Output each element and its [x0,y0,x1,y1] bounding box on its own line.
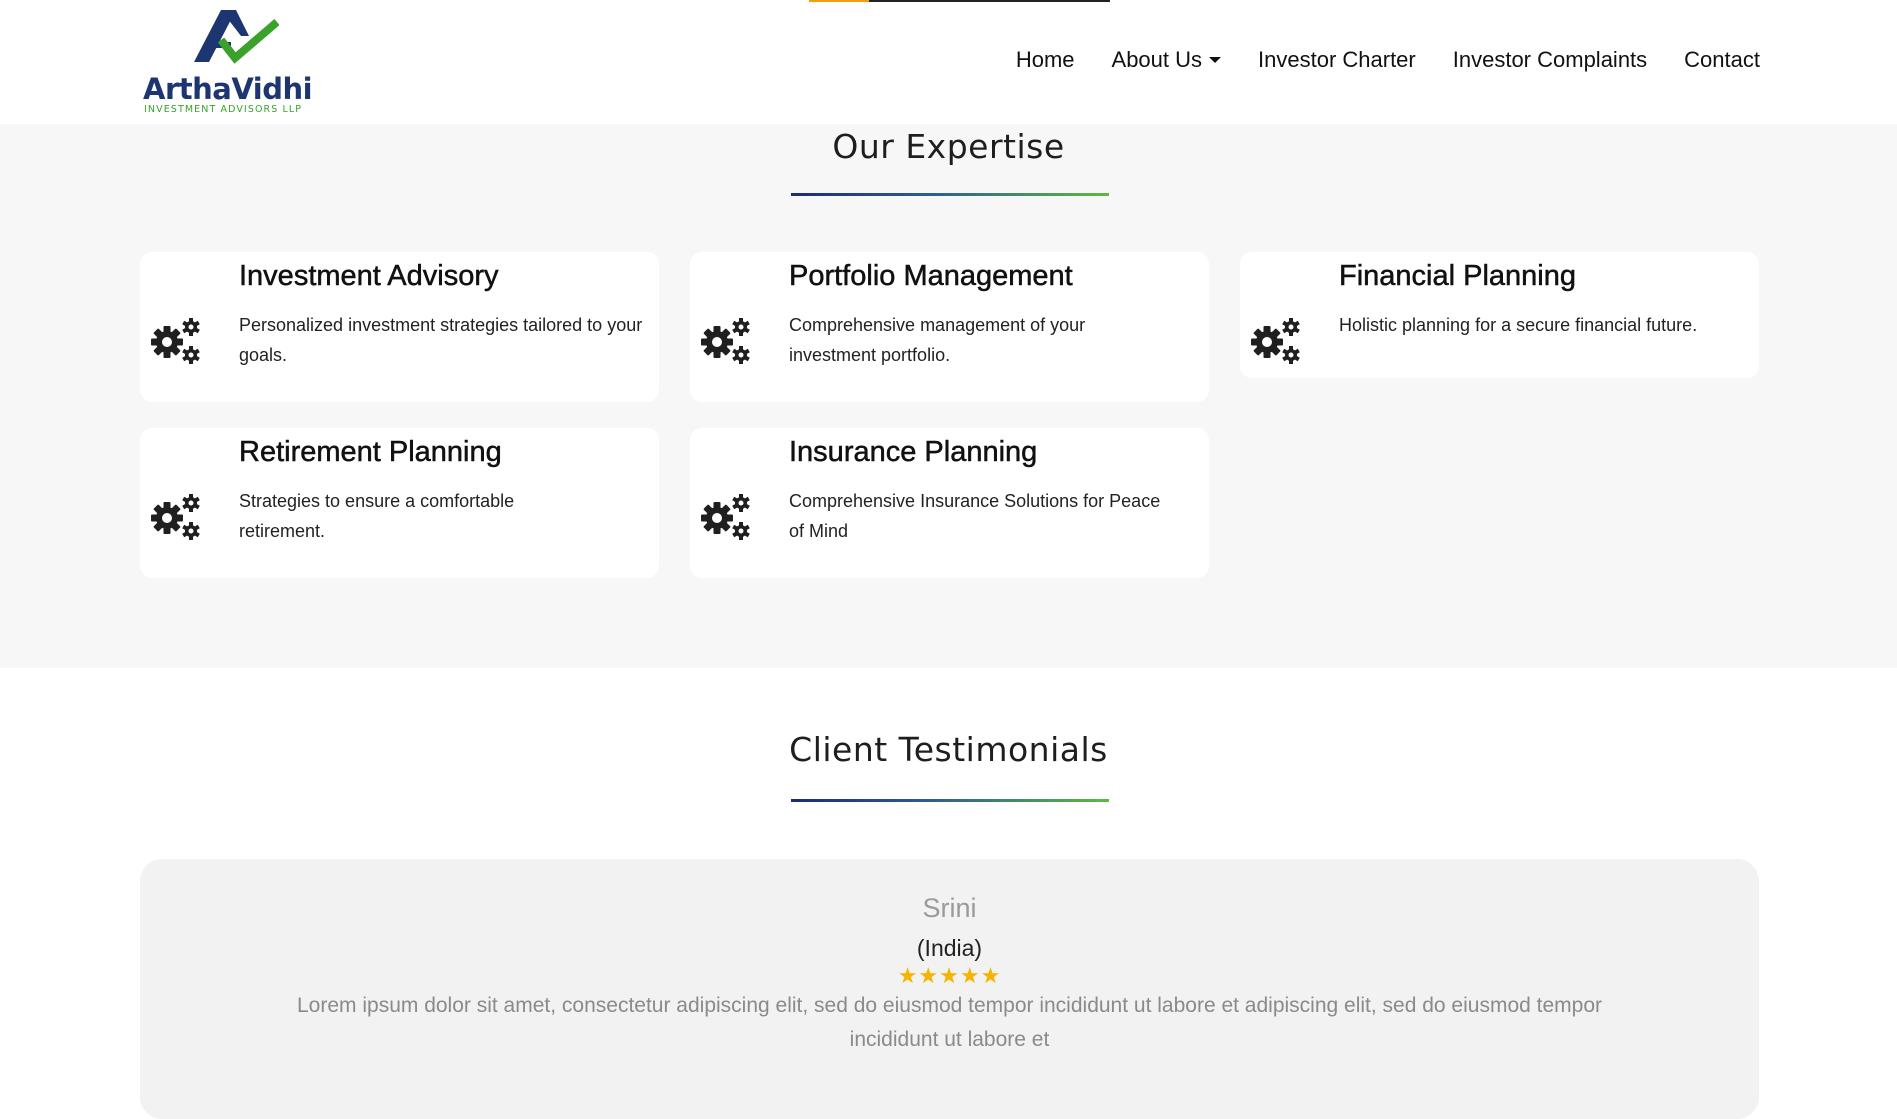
card-description: Holistic planning for a secure financial… [1339,315,1698,335]
brand-name: ArthaVidhi [143,72,313,106]
nav-investor-charter-label: Investor Charter [1258,47,1416,72]
card-description: Strategies to ensure a comfortable retir… [239,491,515,541]
card-description: Comprehensive Insurance Solutions for Pe… [789,491,1161,541]
card-description: Personalized investment strategies tailo… [239,315,643,365]
nav-home-label: Home [1015,47,1075,72]
expertise-title: Our Expertise [832,127,1065,166]
gears-icon [701,318,750,364]
testimonial-name: Srini [922,893,977,923]
brand-tagline: INVESTMENT ADVISORS LLP [144,104,303,115]
expertise-card-financial-planning[interactable]: Financial Planning Holistic planning for… [1240,252,1759,378]
card-title: Retirement Planning [239,436,502,469]
site-header: ArthaVidhi INVESTMENT ADVISORS LLP Home … [0,0,1897,124]
testimonials-title-underline [791,799,1109,802]
main-nav: Home About Us Investor Charter Investor … [0,44,1760,76]
testimonials-section: Client Testimonials Srini (India) ★★★★★ … [0,668,1897,1119]
star-rating-icon: ★★★★★ [897,964,1002,989]
card-title: Portfolio Management [789,260,1073,293]
nav-investor-charter[interactable]: Investor Charter [1258,47,1416,73]
nav-contact-label: Contact [1684,47,1760,72]
card-title: Investment Advisory [239,260,499,293]
nav-about-us[interactable]: About Us [1112,47,1222,73]
expertise-card-investment-advisory[interactable]: Investment Advisory Personalized investm… [140,252,659,402]
card-title: Insurance Planning [789,436,1038,469]
nav-contact[interactable]: Contact [1684,47,1760,73]
expertise-title-underline [791,193,1109,196]
expertise-card-portfolio-management[interactable]: Portfolio Management Comprehensive manag… [690,252,1209,402]
gears-icon [151,494,200,540]
testimonials-title: Client Testimonials [789,730,1108,769]
top-accent-highlight [809,0,869,2]
gears-icon [151,318,200,364]
gears-icon [701,494,750,540]
nav-about-us-label: About Us [1111,47,1203,72]
gears-icon [1251,318,1300,364]
nav-investor-complaints-label: Investor Complaints [1452,47,1648,72]
expertise-card-retirement-planning[interactable]: Retirement Planning Strategies to ensure… [140,428,659,578]
nav-home[interactable]: Home [1016,47,1075,73]
card-description: Comprehensive management of your investm… [789,315,1086,365]
nav-investor-complaints[interactable]: Investor Complaints [1453,47,1647,73]
top-accent-bar [809,0,1110,2]
testimonial-text: Lorem ipsum dolor sit amet, consectetur … [296,994,1602,1051]
testimonial-card: Srini (India) ★★★★★ Lorem ipsum dolor si… [140,859,1759,1119]
testimonial-country: (India) [916,935,983,961]
expertise-section: Our Expertise Investment Advisory Person… [0,124,1897,668]
caret-down-icon [1209,57,1222,63]
expertise-card-insurance-planning[interactable]: Insurance Planning Comprehensive Insuran… [690,428,1209,578]
card-title: Financial Planning [1339,260,1576,293]
